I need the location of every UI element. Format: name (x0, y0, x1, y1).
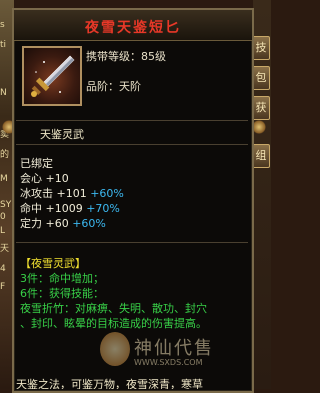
stat-value: 命中 +1009 (20, 202, 83, 215)
stat-value: 会心 +10 (20, 172, 69, 185)
left-fragment: 的 (0, 150, 10, 160)
set-bonus-block: 【夜雪灵武】 3件：命中增加； 6件：获得技能： 夜雪折竹：对麻痹、失明、散功、… (20, 256, 246, 331)
dagger-item-icon (22, 46, 82, 106)
set-piece-3: 3件：命中增加； (20, 272, 104, 285)
stat-value: 冰攻击 +101 (20, 187, 87, 200)
stat-bonus: +70% (86, 202, 120, 215)
stats-block: 已绑定 会心 +10 冰攻击 +101 +60% 命中 +1009 +70% 定… (20, 156, 246, 231)
left-fragment: ti (0, 40, 7, 50)
left-fragment: SY (0, 200, 12, 210)
divider (16, 120, 248, 121)
set-skill-desc: 、封印、眩晕的目标造成的伤害提高。 (20, 317, 207, 330)
side-button-bag[interactable]: 包 (252, 66, 270, 90)
side-button-obtain[interactable]: 获 (252, 96, 270, 120)
watermark-url: WWW.SXDS.COM (134, 358, 203, 367)
set-skill-desc: 夜雪折竹：对麻痹、失明、散功、封穴 (20, 302, 207, 315)
left-fragment: L (0, 226, 6, 236)
item-title: 夜雪天鉴短匕 (85, 20, 181, 36)
left-fragment: 天 (0, 244, 10, 254)
bound-status: 已绑定 (20, 157, 53, 170)
left-fragment: F (0, 282, 6, 292)
left-fragment: M (0, 174, 8, 184)
carry-level: 携带等级：85级 (86, 50, 166, 63)
watermark-logo-icon (100, 332, 130, 366)
stat-line: 定力 +60 +60% (20, 216, 246, 231)
left-fragment: N (0, 88, 7, 98)
item-grade: 品阶：天阶 (86, 80, 141, 93)
side-button-team[interactable]: 组 (252, 144, 270, 168)
watermark: 神仙代售 WWW.SXDS.COM (100, 332, 250, 372)
side-button-skill[interactable]: 技 (252, 36, 270, 60)
tooltip-title-bar: 夜雪天鉴短匕 (14, 10, 252, 41)
left-fragment: 4 (0, 264, 6, 274)
watermark-title: 神仙代售 (134, 338, 214, 359)
stat-line: 命中 +1009 +70% (20, 201, 246, 216)
stat-line: 冰攻击 +101 +60% (20, 186, 246, 201)
set-piece-6: 6件：获得技能： (20, 287, 104, 300)
left-fragment: s (0, 20, 5, 30)
stat-bonus: +60% (90, 187, 124, 200)
item-flavor-text: 天鉴之法，可鉴万物，夜雪深青，寒草 (16, 378, 203, 389)
set-name: 【夜雪灵武】 (20, 257, 86, 270)
divider (16, 144, 248, 145)
section-label: 天鉴灵武 (40, 128, 84, 141)
stat-line: 会心 +10 (20, 171, 246, 186)
item-tooltip-panel: 夜雪天鉴短匕 携带等级：85级 品阶：天阶 天鉴灵武 已绑定 会心 +10 冰攻… (12, 8, 254, 393)
divider (16, 242, 248, 243)
dagger-icon (31, 55, 75, 97)
frame-ornament-icon (252, 120, 266, 134)
stat-value: 定力 +60 (20, 217, 69, 230)
right-background-strip: 技 包 获 组 (252, 0, 271, 389)
left-fragment: 0 (0, 212, 6, 222)
stat-bonus: +60% (72, 217, 106, 230)
